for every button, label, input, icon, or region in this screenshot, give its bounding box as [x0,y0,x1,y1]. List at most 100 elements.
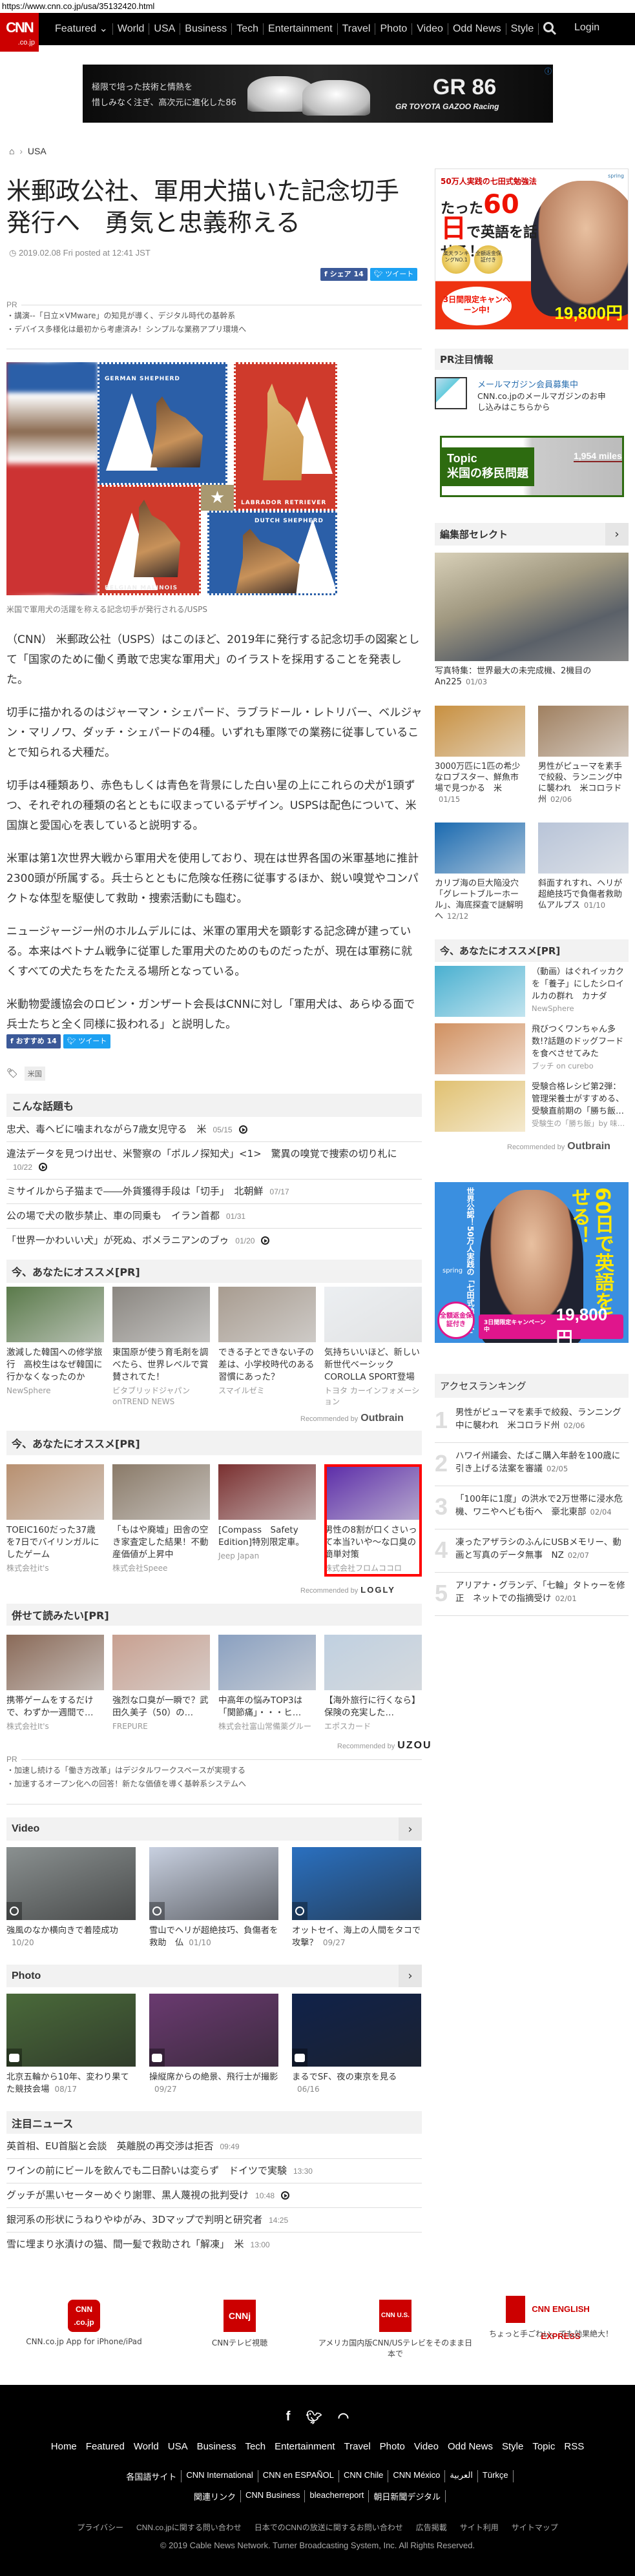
footer-nav-item[interactable]: Odd News [448,2441,493,2452]
pr-link[interactable]: ・講演--「日立×VMware」の知見が導く、デジタル時代の基幹系 [6,309,422,323]
ranking-item[interactable]: 5 アリアナ・グランデ、「七輪」タトゥーを修正 ネットでの指摘受け 02/01 [435,1573,629,1616]
pr-link[interactable]: ・加速し続ける「働き方改革」はデジタルワークスペースが実現する [6,1764,422,1777]
sidebar-ad-shichida-2[interactable]: 60日で英語を話せる！ 世界公認！50万人実践の「七田式勉強法」 spring … [435,1182,629,1343]
intl-site-link[interactable]: Türkçe [478,2470,514,2482]
footer-link[interactable]: 広告掲載 [416,2522,447,2533]
rss-icon[interactable]: ◠ [338,2409,349,2426]
footer-nav-item[interactable]: Travel [344,2441,371,2452]
recommended-card[interactable]: 気持ちいいほど、新しい新世代ベーシック COROLLA SPORT登場 トヨタ カ… [324,1287,422,1407]
recommended-card[interactable]: 強烈な口臭が一瞬で？武田久美子（50）の… FREPURE [112,1635,210,1732]
editors-item[interactable]: カリブ海の巨大陥没穴「グレートブルーホール」、海底探査で謎解明へ 12/12 [435,823,525,939]
editors-item[interactable]: 男性がピューマを素手で絞殺、ランニング中に襲われ 米コロラド州 02/06 [538,706,629,823]
chevron-right-icon[interactable]: › [605,523,629,546]
footer-nav-item[interactable]: Featured [86,2441,125,2452]
recommended-card[interactable]: できる子とできない子の差は、小学校時代のある習慣にあった？ スマイルゼミ [218,1287,316,1407]
nav-item[interactable]: Photo [375,23,413,35]
recommended-card[interactable]: 【海外旅行に行くなら】保険の充実した… エポスカード [324,1635,422,1732]
twitter-icon[interactable]: 🐦︎ [306,2409,322,2426]
related-link[interactable]: CNN Business [241,2490,306,2502]
nav-item[interactable]: USA [149,23,181,35]
login-link[interactable]: Login [574,22,599,34]
nav-item[interactable]: Style [506,23,539,35]
editors-main-image[interactable] [435,553,629,661]
editors-item[interactable]: 斜面すれすれ、ヘリが超絶技巧で負傷者救助 仏アルプス 01/10 [538,823,630,939]
cnn-logo[interactable]: CNN .co.jp [0,13,39,52]
media-card[interactable]: オットセイ、海上の人間をタコで攻撃？ 09/27 [292,1847,421,1949]
footer-nav-item[interactable]: World [134,2441,159,2452]
news-item[interactable]: 英首相、EU首脳と会談 英離脱の再交渉は拒否 09:49 [6,2134,422,2159]
outbrain-attribution[interactable]: Recommended by Outbrain [300,1413,404,1424]
footer-nav-item[interactable]: Tech [245,2441,265,2452]
news-item[interactable]: 「世界一かわいい犬」が死ぬ、ポメラニアンのブゥ 01/20 [6,1229,422,1252]
address-bar[interactable]: https://www.cnn.co.jp/usa/35132420.html [0,0,635,13]
news-item[interactable]: 公の場で犬の散歩禁止、車の同乗も イラン首都 01/31 [6,1204,422,1229]
footer-nav-item[interactable]: Home [51,2441,77,2452]
breadcrumb-usa[interactable]: USA [28,146,47,156]
recommended-card[interactable]: [Compass Safety Edition]特別限定車。 Jeep Japan [218,1464,316,1574]
uzou-attribution[interactable]: Recommended by UZOU [337,1740,432,1752]
footer-nav-item[interactable]: RSS [564,2441,584,2452]
news-item[interactable]: 雪に埋まり氷漬けの猫、間一髪で救助され「解凍」 米 13:00 [6,2233,422,2256]
media-card[interactable]: 操縦席からの絶景、飛行士が撮影 09/27 [149,1994,278,2096]
pr-link[interactable]: ・加速するオープン化への回答！新たな価値を導く基幹系システムへ [6,1777,422,1791]
news-item[interactable]: ワインの前にビールを飲んでも二日酔いは変らず ドイツで実験 13:30 [6,2159,422,2183]
footer-nav-item[interactable]: Photo [380,2441,405,2452]
sidebar-ad-shichida[interactable]: 50万人実践の七田式勉強法 spring たった60日で英語を話せる！ 楽天ラン… [435,169,629,330]
logly-attribution[interactable]: Recommended by LOGLY [300,1585,395,1595]
footer-link[interactable]: サイト利用 [460,2522,499,2533]
intl-site-link[interactable]: CNN Chile [339,2470,389,2482]
top-banner-ad[interactable]: 極限で培った技術と情熱を 惜しみなく注ぎ、高次元に進化した86 GR 86 GR… [83,65,553,123]
nav-item[interactable]: Odd News [448,23,506,35]
app-cnnj[interactable]: CNNj CNNテレビ視聴 [162,2300,317,2348]
editors-item[interactable]: 3000万匹に1匹の希少なロブスター、鮮魚市場で見つかる 米 01/15 [435,706,525,823]
intl-site-link[interactable]: CNN México [388,2470,446,2482]
mail-magazine-link[interactable]: メールマガジン会員募集中 [477,380,607,391]
recommended-card[interactable]: 男性の8割が口くさいって本当?いや～な口臭の簡単対策 株式会社フロムココロ [324,1464,422,1574]
home-icon[interactable]: ⌂ [9,146,14,156]
section-header-photo[interactable]: Photo › [6,1965,422,1987]
recommended-card[interactable]: 東国原が使う育毛剤を調べたら、世界レベルで賞賛されてた！ ビタブリッドジャパン o… [112,1287,210,1407]
recommended-card[interactable]: TOEIC160だった37歳を7日でバイリンガルにしたゲーム 株式会社it's [6,1464,104,1574]
recommended-card[interactable]: 激減した韓国への修学旅行 高校生はなぜ韓国に行かなくなったのか NewSphere [6,1287,104,1407]
facebook-share-button[interactable]: f シェア 14 [320,268,368,281]
editors-main-caption[interactable]: 写真特集：世界最大の未完成機、2機目のAn225 01/03 [435,666,629,688]
footer-link[interactable]: サイトマップ [512,2522,558,2533]
footer-link[interactable]: プライバシー [77,2522,123,2533]
news-item[interactable]: ミサイルから子猫まで――外貨獲得手段は「切手」 北朝鮮 07/17 [6,1180,422,1204]
outbrain-attribution[interactable]: Recommended by Outbrain [507,1141,610,1152]
news-item[interactable]: グッチが黒いセーターめぐり謝罪、黒人蔑視の批判受け 10:48 [6,2183,422,2208]
nav-item[interactable]: Featured ⌄ [50,23,113,35]
footer-link[interactable]: CNN.co.jpに関する問い合わせ [136,2522,242,2533]
search-icon[interactable] [543,21,557,36]
nav-item[interactable]: Business [180,23,233,35]
footer-nav-item[interactable]: Style [502,2441,523,2452]
footer-nav-item[interactable]: Topic [532,2441,555,2452]
sidebar-header-editors-select[interactable]: 編集部セレクト › [435,523,629,546]
media-card[interactable]: まるでSF、夜の東京を見る 06/16 [292,1994,421,2096]
nav-item[interactable]: Entertainment [264,23,338,35]
recommended-item[interactable]: 受験合格レシピ第2弾：管理栄養士がすすめる、受験直前期の「勝ち飯… 受験生の「勝ち… [435,1081,629,1132]
app-cnn-us[interactable]: CNN U.S. アメリカ国内版CNN/USテレビをそのまま日本で [318,2300,473,2359]
app-english-express[interactable]: CNN ENGLISH EXPRESS ちょっと手ごわい、でも効果絶大！ [474,2296,629,2341]
chevron-right-icon[interactable]: › [399,1965,422,1987]
facebook-icon[interactable]: f [286,2409,291,2426]
nav-item[interactable]: Video [412,23,448,35]
tweet-button[interactable]: 🐦︎ ツイート [370,268,418,281]
pr-link[interactable]: ・デバイス多様化は最初から考慮済み！シンプルな業務アプリ環境へ [6,323,422,336]
intl-site-link[interactable]: CNN en ESPAÑOL [258,2470,339,2482]
ranking-item[interactable]: 2 ハワイ州議会、たばこ購入年齢を100歳に引き上げる法案を審議 02/05 [435,1443,629,1486]
facebook-recommend-button[interactable]: f おすすめ 14 [6,1034,61,1048]
nav-item[interactable]: World [113,23,150,35]
related-link[interactable]: 朝日新聞デジタル [369,2490,446,2502]
news-item[interactable]: 違法データを見つけ出せ、米警察の「ポルノ探知犬」<1> 驚異の嗅覚で捜索の切り札… [6,1142,422,1180]
nav-item[interactable]: Travel [338,23,376,35]
app-cnn-co-jp[interactable]: CNN .co.jp CNN.co.jp App for iPhone/iPad [6,2300,161,2346]
footer-nav-item[interactable]: USA [168,2441,188,2452]
ranking-item[interactable]: 1 男性がピューマを素手で絞殺、ランニング中に襲われ 米コロラド州 02/06 [435,1400,629,1443]
ad-info-icon[interactable]: ⓘ [545,66,552,76]
section-header-video[interactable]: Video › [6,1817,422,1841]
footer-nav-item[interactable]: Business [197,2441,236,2452]
footer-nav-item[interactable]: Video [414,2441,439,2452]
chevron-right-icon[interactable]: › [399,1817,422,1841]
recommended-card[interactable]: 「もはや廃墟」田舎の空き家査定した結果！不動産価値が上昇中 株式会社Speee [112,1464,210,1574]
